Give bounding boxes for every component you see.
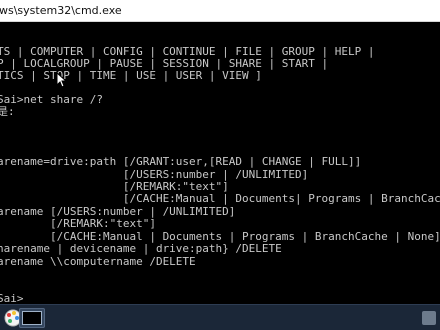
screen: ws\system32\cmd.exe TS | COMPUTER | CONF… (0, 0, 440, 330)
console-line: arename=drive:path [/GRANT:user,[READ | … (0, 155, 362, 168)
console-line: 是: (0, 105, 15, 118)
console-line: arename \\computername /DELETE (0, 255, 196, 268)
console-line: TICS | STOP | TIME | USE | USER | VIEW ] (0, 69, 262, 82)
window-titlebar[interactable]: ws\system32\cmd.exe (0, 0, 440, 22)
console-line: Sai>net share /? (0, 93, 103, 106)
mouse-pointer-icon (56, 72, 66, 88)
console-output[interactable]: TS | COMPUTER | CONFIG | CONTINUE | FILE… (0, 22, 440, 304)
window-title: ws\system32\cmd.exe (0, 4, 122, 17)
taskbar (0, 304, 440, 330)
console-line: Sai> (0, 292, 24, 305)
tray-icon[interactable] (422, 311, 436, 325)
console-line: harename | devicename | drive:path} /DEL… (0, 242, 282, 255)
cmd-icon (22, 311, 42, 325)
console-line: [/CACHE:Manual | Documents| Programs | B… (122, 192, 440, 205)
console-line: [/REMARK:"text"] (0, 217, 156, 230)
taskbar-cmd-button[interactable] (19, 308, 45, 328)
